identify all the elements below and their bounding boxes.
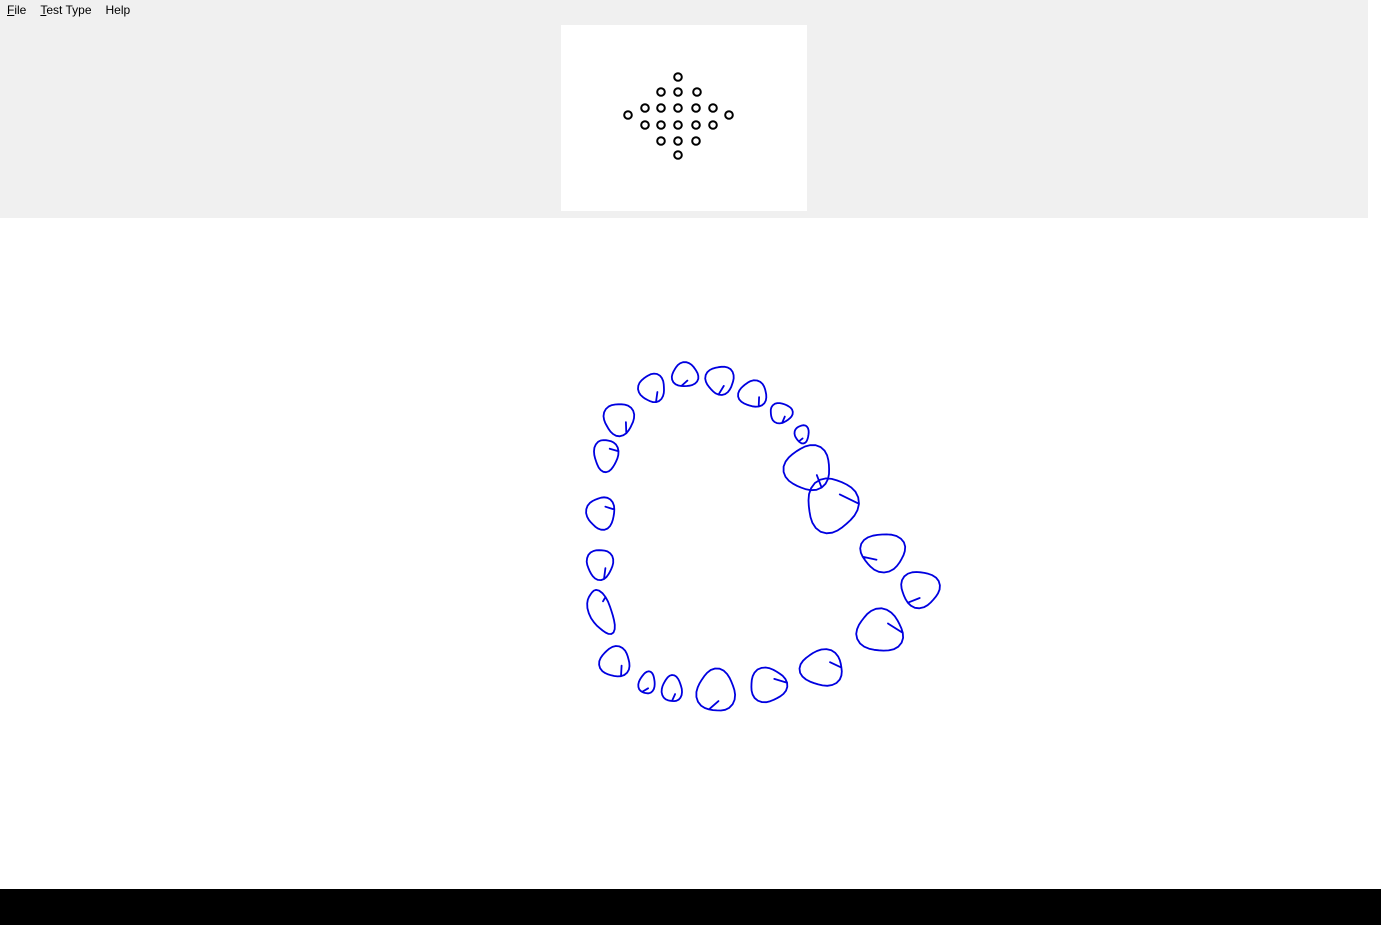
drawn-loop [695,667,736,712]
drawn-loop [798,648,843,687]
menu-help[interactable]: Help [99,0,138,20]
menu-test-type[interactable]: Test Type [33,0,98,20]
pattern-dot [691,103,701,113]
pattern-dot [724,110,734,120]
window-right-edge [1368,0,1381,889]
drawn-loop [598,645,631,678]
menu-help-label: Help [105,3,131,17]
drawn-loop [704,365,735,396]
reference-pattern-panel [561,25,807,211]
drawn-loop [859,533,907,574]
taskbar [0,889,1381,925]
drawn-loop [586,589,616,635]
pattern-dot [656,87,666,97]
menu-bar: File Test Type Help [0,0,1368,20]
reference-pattern-image [623,72,734,160]
drawn-loop [585,496,616,531]
pattern-dot [640,120,650,130]
pattern-dot [673,72,683,82]
drawn-loop [637,670,656,695]
menu-test-type-label: est Type [46,3,92,17]
pattern-dot [673,150,683,160]
pattern-dot [673,136,683,146]
drawn-loop [585,549,615,581]
drawing-surface[interactable] [0,218,1368,889]
pattern-dot [708,120,718,130]
drawn-loop [637,372,665,403]
menu-file-label: ile [14,3,27,17]
drawn-loop [807,477,860,535]
pattern-dot [656,120,666,130]
drawn-loop [737,379,768,408]
pattern-dot [691,120,701,130]
drawn-loop [750,666,789,704]
pattern-dot [708,103,718,113]
top-panel: File Test Type Help [0,0,1368,218]
drawn-loop [855,607,904,652]
pattern-dot [691,136,701,146]
drawn-loop [660,674,683,702]
drawn-loop [782,444,830,492]
drawn-loop [593,439,620,474]
drawn-loop [769,402,794,425]
pattern-dot [623,110,633,120]
drawn-loop [793,424,810,445]
pattern-dot [640,103,650,113]
drawn-loop [602,403,636,438]
drawn-loop [900,571,941,610]
pattern-dot [656,136,666,146]
drawing-canvas[interactable] [0,218,1368,889]
app-window: File Test Type Help [0,0,1381,889]
drawn-loop [670,361,700,387]
pattern-dot [673,103,683,113]
pattern-dot [692,87,702,97]
menu-file[interactable]: File [0,0,33,20]
pattern-dot [673,87,683,97]
pattern-dot [673,120,683,130]
pattern-dot [656,103,666,113]
